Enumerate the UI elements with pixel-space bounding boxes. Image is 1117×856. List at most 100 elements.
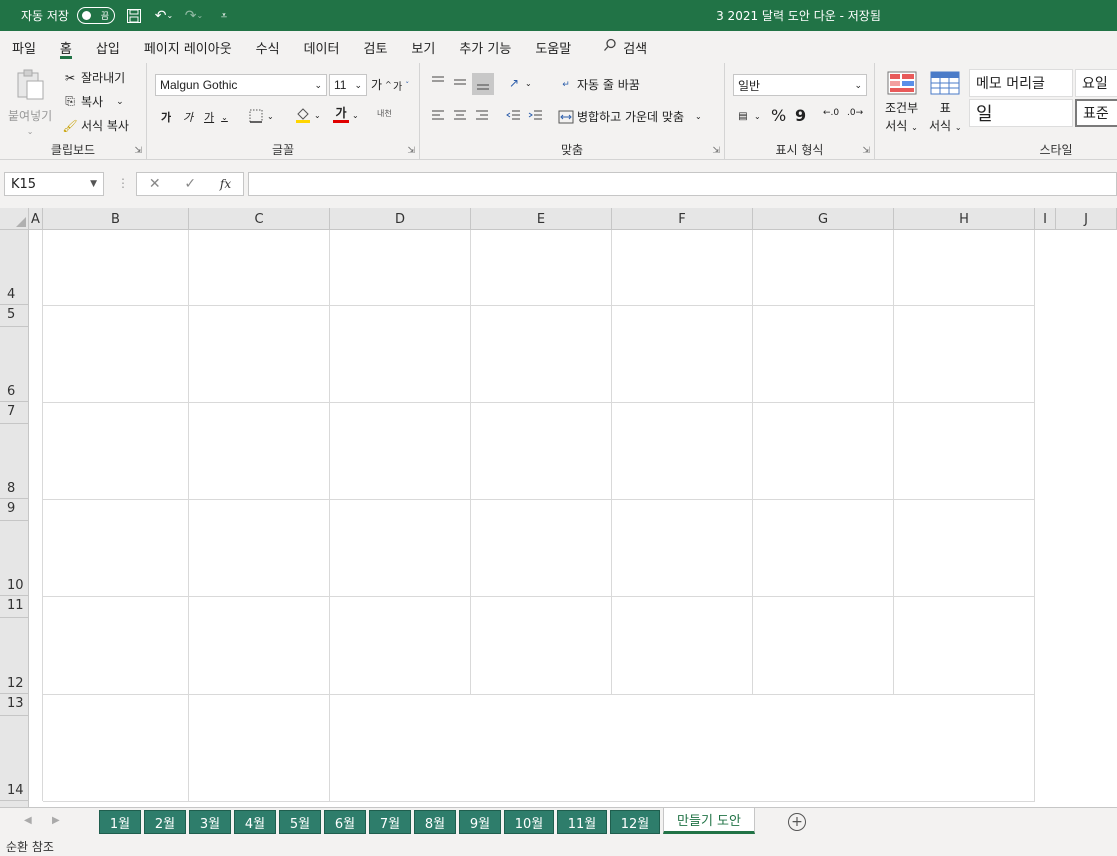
- redo-icon[interactable]: ↷ ⌄: [183, 6, 205, 26]
- accounting-format-button[interactable]: ▤ ⌄: [735, 108, 760, 124]
- next-sheet-icon[interactable]: ▶: [52, 815, 60, 826]
- tab-page-layout[interactable]: 페이지 레이아웃: [144, 31, 246, 63]
- style-il[interactable]: 일: [969, 99, 1073, 127]
- number-launcher-icon[interactable]: ⇲: [862, 146, 870, 156]
- style-memo-header[interactable]: 메모 머리글: [969, 69, 1073, 97]
- sheet-tab-1[interactable]: 1월: [99, 810, 141, 834]
- row-header-10[interactable]: 10: [0, 521, 29, 596]
- cell-area[interactable]: [29, 230, 1117, 807]
- italic-button[interactable]: 가: [183, 109, 193, 125]
- sheet-tab-design[interactable]: 만들기 도안: [663, 808, 755, 834]
- font-color-button[interactable]: 가 ⌄: [333, 107, 359, 123]
- tab-review[interactable]: 검토: [363, 31, 401, 63]
- sheet-tab-8[interactable]: 8월: [414, 810, 456, 834]
- tab-file[interactable]: 파일: [12, 31, 50, 63]
- fill-color-button[interactable]: ⌄: [295, 107, 321, 123]
- style-normal[interactable]: 표준: [1075, 99, 1117, 127]
- column-header-d[interactable]: D: [330, 208, 471, 230]
- font-name-select[interactable]: Malgun Gothic ⌄: [155, 74, 327, 96]
- decrease-font-icon[interactable]: 가ˇ: [393, 78, 409, 93]
- row-header-9[interactable]: 9: [0, 499, 29, 521]
- cut-button[interactable]: ✂ 잘라내기: [62, 69, 125, 86]
- copy-button[interactable]: ⎘ 복사 ⌄: [62, 93, 123, 110]
- border-button[interactable]: ⌄: [248, 108, 274, 124]
- row-header-13[interactable]: 13: [0, 694, 29, 716]
- conditional-formatting-button[interactable]: 조건부 서식 ⌄: [885, 71, 918, 134]
- column-header-e[interactable]: E: [471, 208, 612, 230]
- column-header-i[interactable]: I: [1035, 208, 1056, 230]
- row-header-8[interactable]: 8: [0, 424, 29, 499]
- comma-button[interactable]: 9: [795, 106, 806, 125]
- orientation-button[interactable]: ↗ ⌄: [506, 75, 532, 91]
- row-header-5[interactable]: 5: [0, 305, 29, 327]
- column-header-f[interactable]: F: [612, 208, 753, 230]
- align-left-icon[interactable]: [430, 108, 446, 122]
- prev-sheet-icon[interactable]: ◀: [24, 815, 32, 826]
- search-box[interactable]: 검색: [603, 38, 647, 57]
- increase-indent-icon[interactable]: [528, 108, 544, 122]
- formula-bar-grip[interactable]: ⋮: [117, 176, 129, 190]
- increase-font-icon[interactable]: 가 ^: [371, 76, 392, 93]
- clipboard-launcher-icon[interactable]: ⇲: [134, 146, 142, 156]
- sheet-tab-10[interactable]: 10월: [504, 810, 554, 834]
- tab-formulas[interactable]: 수식: [256, 31, 294, 63]
- bold-button[interactable]: 가: [161, 109, 171, 125]
- row-header-12[interactable]: 12: [0, 618, 29, 694]
- tab-home[interactable]: 홈: [59, 31, 86, 63]
- align-top-icon[interactable]: [430, 75, 446, 89]
- row-header-11[interactable]: 11: [0, 596, 29, 618]
- style-day[interactable]: 요일: [1075, 69, 1117, 97]
- select-all-button[interactable]: [0, 208, 29, 230]
- add-sheet-icon[interactable]: +: [788, 813, 806, 831]
- percent-button[interactable]: %: [771, 106, 786, 125]
- insert-function-icon[interactable]: fx: [220, 177, 231, 191]
- tab-help[interactable]: 도움말: [535, 31, 585, 63]
- decrease-decimal-icon[interactable]: .0→: [847, 108, 863, 118]
- format-painter-button[interactable]: 🖌 서식 복사: [62, 117, 129, 134]
- decrease-indent-icon[interactable]: [506, 108, 522, 122]
- font-size-select[interactable]: 11 ⌄: [329, 74, 367, 96]
- sheet-tab-3[interactable]: 3월: [189, 810, 231, 834]
- confirm-icon[interactable]: ✓: [184, 176, 196, 192]
- merge-center-button[interactable]: 병합하고 가운데 맞춤 ⌄: [558, 108, 702, 125]
- phonetic-guide-button[interactable]: 내천: [377, 108, 392, 119]
- paste-button[interactable]: 붙여넣기 ⌄: [8, 69, 52, 136]
- sheet-tab-7[interactable]: 7월: [369, 810, 411, 834]
- align-center-icon[interactable]: [452, 108, 468, 122]
- wrap-text-button[interactable]: ↵ 자동 줄 바꿈: [558, 76, 640, 93]
- cancel-icon[interactable]: ✕: [149, 176, 161, 192]
- tab-view[interactable]: 보기: [411, 31, 449, 63]
- sheet-tab-5[interactable]: 5월: [279, 810, 321, 834]
- formula-input[interactable]: [248, 172, 1117, 196]
- customize-toolbar-icon[interactable]: ⩡: [213, 6, 235, 26]
- name-box[interactable]: K15 ▼: [4, 172, 104, 196]
- column-header-c[interactable]: C: [189, 208, 330, 230]
- row-header-4[interactable]: 4: [0, 230, 29, 305]
- autosave-toggle[interactable]: 끔: [76, 7, 115, 24]
- sheet-tab-9[interactable]: 9월: [459, 810, 501, 834]
- align-bottom-icon[interactable]: [472, 73, 494, 95]
- tab-insert[interactable]: 삽입: [96, 31, 134, 63]
- align-right-icon[interactable]: [474, 108, 490, 122]
- sheet-tab-11[interactable]: 11월: [557, 810, 607, 834]
- font-launcher-icon[interactable]: ⇲: [407, 146, 415, 156]
- format-as-table-button[interactable]: 표 서식 ⌄: [929, 71, 962, 134]
- sheet-tab-2[interactable]: 2월: [144, 810, 186, 834]
- sheet-tab-4[interactable]: 4월: [234, 810, 276, 834]
- row-header-14[interactable]: 14: [0, 716, 29, 801]
- sheet-tab-12[interactable]: 12월: [610, 810, 660, 834]
- row-header-6[interactable]: 6: [0, 327, 29, 402]
- alignment-launcher-icon[interactable]: ⇲: [712, 146, 720, 156]
- sheet-tab-6[interactable]: 6월: [324, 810, 366, 834]
- save-icon[interactable]: [123, 6, 145, 26]
- column-header-g[interactable]: G: [753, 208, 894, 230]
- tab-addins[interactable]: 추가 기능: [459, 31, 525, 63]
- column-header-a[interactable]: A: [29, 208, 43, 230]
- row-header-7[interactable]: 7: [0, 402, 29, 424]
- underline-button[interactable]: 가 ⌄: [204, 109, 228, 125]
- column-header-h[interactable]: H: [894, 208, 1035, 230]
- tab-data[interactable]: 데이터: [304, 31, 354, 63]
- increase-decimal-icon[interactable]: ←.0: [823, 108, 839, 118]
- column-header-b[interactable]: B: [43, 208, 189, 230]
- number-format-select[interactable]: 일반 ⌄: [733, 74, 867, 96]
